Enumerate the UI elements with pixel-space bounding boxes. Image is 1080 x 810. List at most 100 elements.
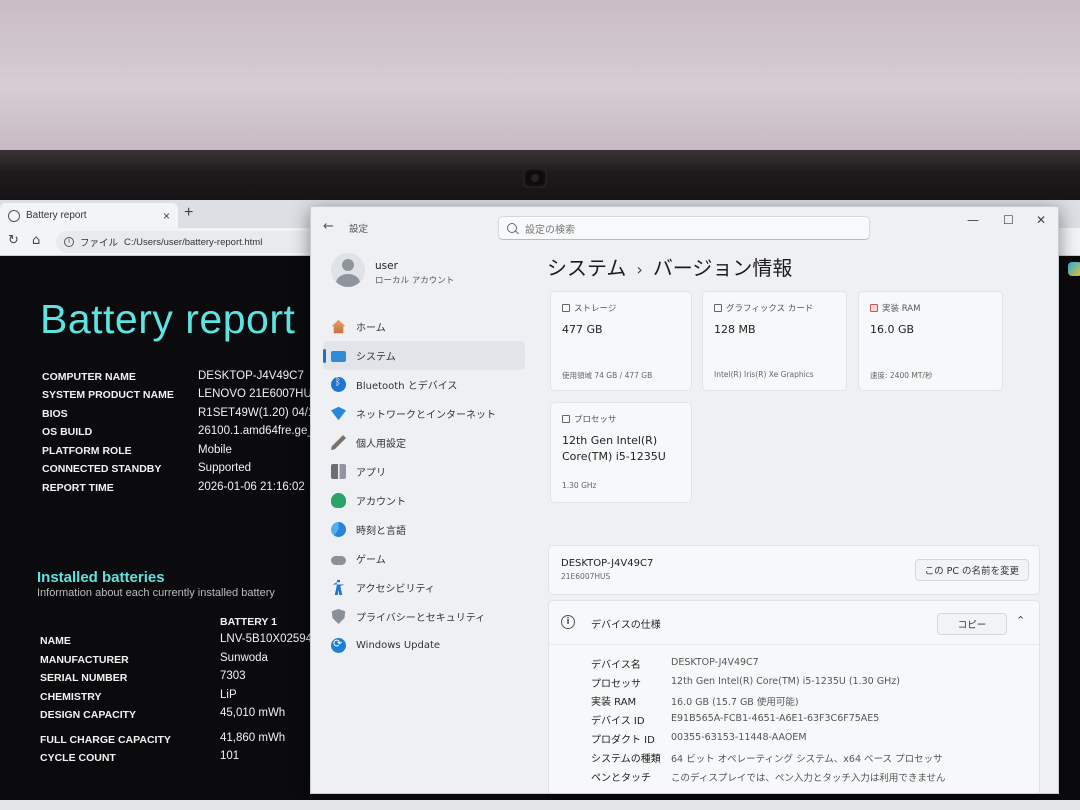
nav-item-bluetooth[interactable]: Bluetooth とデバイス — [323, 370, 525, 399]
card-value: 128 MB — [714, 323, 756, 336]
rename-pc-button[interactable]: この PC の名前を変更 — [914, 559, 1029, 581]
minimize-icon[interactable]: — — [967, 213, 979, 227]
spec-key: プロセッサ — [591, 679, 641, 690]
copy-button[interactable]: コピー — [937, 613, 1007, 635]
processor-label-row: プロセッサ — [562, 413, 617, 425]
nav-item-personalization[interactable]: 個人用設定 — [323, 428, 525, 457]
info-icon: i — [561, 615, 575, 629]
breadcrumb-parent[interactable]: システム — [547, 256, 626, 280]
url-text: C:/Users/user/battery-report.html — [124, 236, 263, 248]
settings-nav: ホーム システム Bluetooth とデバイス ネットワークとインターネット … — [323, 312, 525, 660]
personalization-icon — [331, 435, 346, 450]
spec-value: 16.0 GB (15.7 GB 使用可能) — [671, 697, 799, 708]
graphics-card[interactable]: グラフィックス カード 128 MB Intel(R) Iris(R) Xe G… — [702, 291, 847, 391]
accessibility-icon — [332, 580, 345, 595]
info-value: DESKTOP-J4V49C7 — [198, 370, 304, 382]
nav-label: アカウント — [356, 497, 406, 508]
report-title: Battery report — [40, 296, 296, 342]
device-model: 21E6007HUS — [561, 572, 611, 581]
nav-item-system[interactable]: システム — [323, 341, 525, 370]
settings-search-input[interactable]: 設定の検索 — [498, 216, 870, 240]
bluetooth-icon — [331, 377, 346, 392]
battery-key: DESIGN CAPACITY — [40, 709, 137, 721]
nav-item-network[interactable]: ネットワークとインターネット — [323, 399, 525, 428]
page-title: バージョン情報 — [652, 256, 793, 280]
battery-key: CYCLE COUNT — [40, 752, 116, 764]
card-subtext: 使用領域 74 GB / 477 GB — [562, 371, 653, 380]
ram-card[interactable]: 実装 RAM 16.0 GB 速度: 2400 MT/秒 — [858, 291, 1003, 391]
account-type: ローカル アカウント — [375, 276, 455, 286]
spec-value: DESKTOP-J4V49C7 — [671, 657, 759, 668]
device-specs-header[interactable]: i デバイスの仕様 コピー ⌃ — [549, 601, 1039, 645]
info-value: R1SET49W(1.20) 04/13 — [198, 407, 310, 419]
search-placeholder: 設定の検索 — [525, 224, 575, 236]
info-value: LENOVO 21E6007HUS — [198, 388, 310, 400]
battery-column-header: BATTERY 1 — [220, 616, 277, 628]
graphics-label-row: グラフィックス カード — [714, 302, 813, 314]
network-icon — [331, 406, 346, 421]
card-label: プロセッサ — [574, 415, 617, 425]
spec-value: 12th Gen Intel(R) Core(TM) i5-1235U (1.3… — [671, 676, 900, 687]
nav-label: アクセシビリティ — [356, 584, 435, 595]
info-key: PLATFORM ROLE — [42, 445, 132, 457]
info-value: 2026-01-06 21:16:02 — [198, 481, 305, 493]
info-key: COMPUTER NAME — [42, 371, 136, 383]
new-tab-icon[interactable]: + — [184, 204, 193, 222]
battery-value: 7303 — [220, 670, 246, 682]
ram-label-row: 実装 RAM — [870, 302, 920, 314]
info-key: SYSTEM PRODUCT NAME — [42, 389, 174, 401]
processor-icon — [562, 415, 570, 423]
browser-tab[interactable]: Battery report × — [0, 203, 178, 228]
chevron-right-icon: › — [636, 260, 643, 279]
nav-label: システム — [356, 352, 396, 363]
system-icon — [331, 351, 346, 362]
storage-card[interactable]: ストレージ 477 GB 使用領域 74 GB / 477 GB — [550, 291, 692, 391]
accounts-icon — [331, 493, 346, 508]
chevron-up-icon[interactable]: ⌃ — [1016, 614, 1025, 627]
url-scheme: ファイル — [80, 238, 119, 249]
nav-item-accounts[interactable]: アカウント — [323, 486, 525, 515]
nav-item-home[interactable]: ホーム — [323, 312, 525, 341]
close-tab-icon[interactable]: × — [163, 209, 170, 223]
card-label: ストレージ — [574, 304, 617, 314]
info-value: Supported — [198, 462, 252, 474]
settings-window: ← 設定 設定の検索 — ☐ ✕ user ローカル アカウント ホーム システ… — [310, 206, 1059, 794]
address-bar[interactable]: i ファイル C:/Users/user/battery-report.html — [56, 231, 316, 253]
spec-value: 00355-63153-11448-AAOEM — [671, 732, 807, 743]
battery-value: LNV-5B10X02594 — [220, 633, 310, 645]
spec-value: このディスプレイでは、ペン入力とタッチ入力は利用できません — [671, 773, 946, 784]
processor-card[interactable]: プロセッサ 12th Gen Intel(R) Core(TM) i5-1235… — [550, 402, 692, 503]
copilot-icon[interactable] — [1068, 262, 1080, 276]
ram-icon — [870, 304, 878, 312]
nav-label: 時刻と言語 — [356, 526, 406, 537]
back-arrow-icon[interactable]: ← — [323, 219, 334, 234]
nav-item-accessibility[interactable]: アクセシビリティ — [323, 573, 525, 602]
battery-key: FULL CHARGE CAPACITY — [40, 734, 171, 746]
nav-item-gaming[interactable]: ゲーム — [323, 544, 525, 573]
nav-item-privacy[interactable]: プライバシーとセキュリティ — [323, 602, 525, 631]
avatar[interactable] — [331, 253, 365, 287]
info-value: 26100.1.amd64fre.ge_r — [198, 425, 310, 437]
storage-label-row: ストレージ — [562, 302, 616, 314]
card-subtext: 速度: 2400 MT/秒 — [870, 371, 933, 380]
apps-icon — [331, 464, 346, 479]
nav-label: ゲーム — [356, 555, 386, 566]
storage-icon — [562, 304, 570, 312]
nav-label: プライバシーとセキュリティ — [356, 613, 486, 624]
nav-item-time-language[interactable]: 時刻と言語 — [323, 515, 525, 544]
info-key: CONNECTED STANDBY — [42, 463, 162, 475]
spec-key: ペンとタッチ — [591, 773, 651, 784]
nav-item-apps[interactable]: アプリ — [323, 457, 525, 486]
device-name: DESKTOP-J4V49C7 — [561, 558, 654, 569]
device-specs-panel: i デバイスの仕様 コピー ⌃ デバイス名 DESKTOP-J4V49C7 プロ… — [548, 600, 1040, 793]
spec-key: 実装 RAM — [591, 697, 637, 708]
globe-icon — [8, 209, 20, 222]
nav-item-windows-update[interactable]: Windows Update — [323, 631, 525, 660]
battery-value: 45,010 mWh — [220, 707, 286, 719]
card-value: 16.0 GB — [870, 323, 915, 336]
close-icon[interactable]: ✕ — [1036, 213, 1046, 227]
home-browser-icon[interactable]: ⌂ — [32, 233, 40, 248]
reload-icon[interactable]: ↻ — [8, 233, 19, 248]
maximize-icon[interactable]: ☐ — [1003, 213, 1014, 227]
graphics-card-icon — [714, 304, 722, 312]
